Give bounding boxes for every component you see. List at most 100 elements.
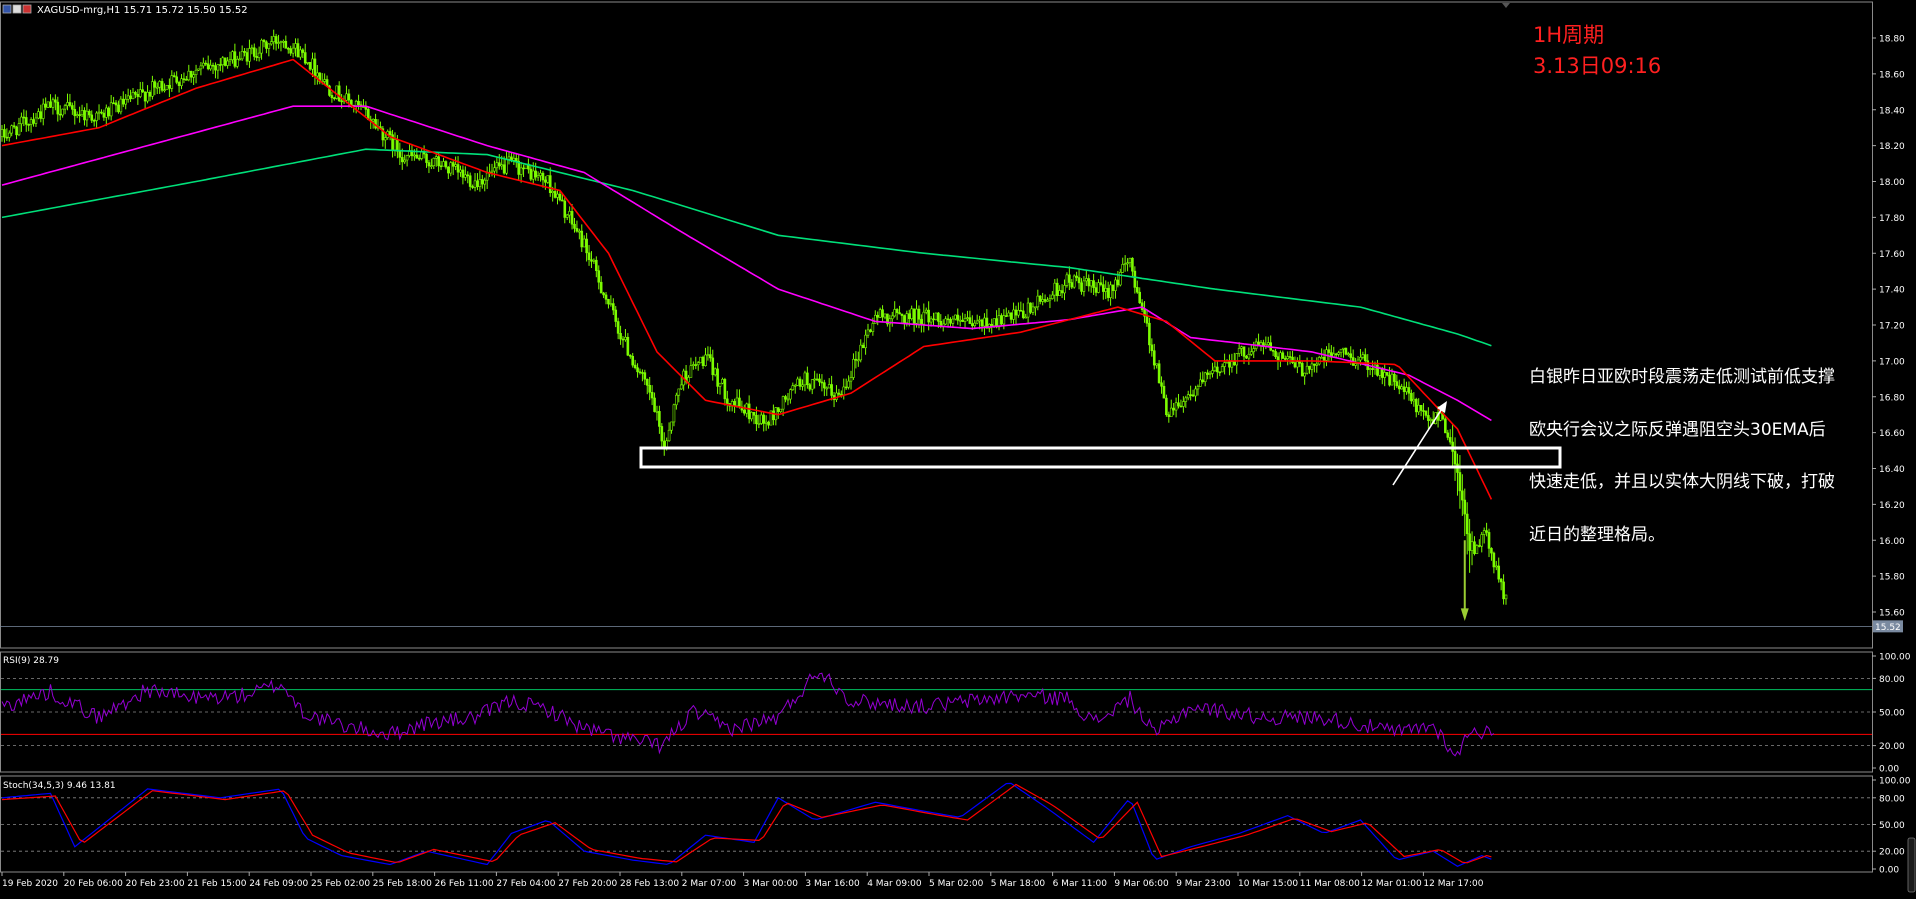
candle-body [612, 303, 615, 311]
commentary-line-3: 快速走低，并且以实体大阴线下破，打破 [1529, 472, 1835, 492]
candle-body [1155, 363, 1158, 366]
candle-body [806, 372, 809, 385]
candle-body [323, 79, 326, 82]
candle-body [1196, 386, 1200, 390]
candle-body [434, 156, 438, 159]
candle-body [607, 299, 610, 305]
candle-body [1368, 368, 1372, 370]
candle-body [1371, 368, 1374, 370]
candle-body [905, 313, 909, 324]
candle-body [442, 161, 445, 167]
candle-body [861, 344, 865, 349]
candle-body [767, 421, 770, 426]
candle-body [1199, 379, 1202, 387]
price-tick-label: 17.00 [1879, 357, 1905, 367]
candle-body [818, 378, 821, 383]
candle-body [585, 238, 588, 254]
candle-body [772, 410, 775, 421]
candle-body [1458, 472, 1462, 492]
rsi-label: RSI(9) 28.79 [3, 656, 59, 666]
candle-body [696, 362, 700, 366]
candle-body [1490, 548, 1493, 554]
candle-body [221, 57, 225, 66]
candle-body [1097, 282, 1100, 293]
candle-body [1208, 373, 1212, 375]
candle-body [1240, 346, 1243, 349]
candle-body [735, 397, 739, 407]
candle-body [0, 129, 4, 137]
time-tick-label: 6 Mar 11:00 [1053, 879, 1108, 889]
window-close-icon[interactable] [22, 4, 32, 14]
rsi-tick-label: 80.00 [1879, 675, 1905, 685]
candle-body [983, 317, 986, 327]
chart-menu-icons[interactable] [2, 4, 32, 14]
candle-body [243, 50, 246, 53]
candle-body [759, 414, 763, 424]
candle-body [1123, 263, 1127, 266]
commentary-line-4: 近日的整理格局。 [1529, 525, 1665, 545]
candle-body [1053, 282, 1057, 296]
current-price-label: 15.52 [1875, 623, 1901, 633]
candle-body [781, 396, 785, 410]
candle-body [126, 95, 130, 100]
candle-body [881, 309, 884, 318]
candle-body [1092, 280, 1095, 288]
candle-body [1444, 418, 1447, 434]
candle-body [1499, 578, 1503, 583]
price-tick-label: 16.20 [1879, 501, 1905, 511]
time-tick-label: 2 Mar 07:00 [682, 879, 737, 889]
candle-body [1313, 363, 1316, 366]
candle-body [105, 107, 108, 118]
price-tick-label: 16.80 [1879, 393, 1905, 403]
candle-body [1417, 404, 1420, 413]
candle-body [202, 62, 205, 67]
candle-body [1051, 294, 1054, 299]
candle-body [185, 79, 188, 81]
candle-body [454, 164, 457, 167]
candle-body [437, 156, 440, 167]
candle-body [1376, 364, 1379, 376]
candle-body [963, 318, 967, 322]
candle-body [420, 151, 423, 159]
candle-body [592, 259, 596, 262]
candle-body [653, 397, 656, 412]
candle-body [539, 172, 542, 176]
candle-body [255, 56, 259, 58]
candle-body [786, 398, 790, 401]
candle-body [5, 136, 9, 139]
candle-body [619, 333, 622, 340]
chart-window: 18.80 18.60 18.40 18.20 18.00 17.80 17.60 17.40… [0, 0, 1916, 895]
candle-body [277, 42, 280, 44]
price-tick-label: 17.20 [1879, 322, 1905, 332]
candle-body [1342, 347, 1345, 350]
candle-body [138, 89, 142, 97]
candle-body [1463, 499, 1467, 515]
chart-scroll-handle[interactable] [1907, 837, 1916, 893]
candle-body [97, 111, 101, 114]
candle-body [1293, 362, 1297, 368]
candle-body [869, 329, 872, 332]
candle-body [466, 174, 470, 177]
candle-body [1012, 309, 1015, 320]
candle-body [1281, 352, 1285, 359]
candle-body [274, 36, 278, 44]
window-menu-icon[interactable] [2, 4, 12, 14]
candle-body [153, 81, 157, 88]
candle-body [459, 169, 462, 173]
candle-body [119, 98, 123, 113]
candle-body [643, 372, 647, 380]
candle-body [1427, 415, 1430, 421]
candle-body [694, 364, 698, 366]
candle-body [1063, 285, 1066, 294]
candle-body [937, 312, 940, 322]
candle-body [1099, 282, 1103, 285]
candle-body [820, 381, 824, 384]
candle-body [371, 119, 375, 122]
candle-body [679, 384, 683, 390]
candle-body [1019, 310, 1023, 312]
candle-body [175, 76, 178, 83]
candle-body [852, 358, 855, 378]
window-restore-icon[interactable] [12, 4, 22, 14]
candle-body [1077, 277, 1081, 284]
candle-body [565, 214, 569, 218]
